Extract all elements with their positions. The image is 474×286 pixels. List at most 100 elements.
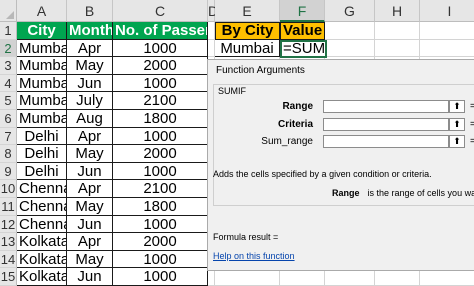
grid-cell[interactable] bbox=[420, 22, 474, 40]
row-header-4[interactable]: 4 bbox=[0, 74, 17, 93]
select-all-corner[interactable] bbox=[0, 0, 17, 22]
grid-cell[interactable] bbox=[375, 22, 420, 40]
table-cell[interactable]: 1000 bbox=[113, 39, 208, 58]
row-header-3[interactable]: 3 bbox=[0, 57, 17, 75]
column-header-i[interactable]: I bbox=[420, 0, 474, 22]
table-cell[interactable]: 1000 bbox=[113, 162, 208, 181]
grid-cell[interactable] bbox=[325, 22, 375, 40]
table-cell[interactable]: 2100 bbox=[113, 92, 208, 110]
table-cell[interactable]: Apr bbox=[67, 180, 113, 198]
summary-header-city[interactable]: By City bbox=[215, 22, 280, 40]
table-cell[interactable]: Apr bbox=[67, 127, 113, 146]
table-cell[interactable]: Kolkata bbox=[17, 250, 67, 269]
column-header-e[interactable]: E bbox=[215, 0, 280, 22]
range-input[interactable] bbox=[323, 100, 449, 113]
column-header-g[interactable]: G bbox=[325, 0, 375, 22]
column-header-a[interactable]: A bbox=[17, 0, 67, 22]
grid-cell[interactable] bbox=[375, 268, 420, 286]
row-header-14[interactable]: 14 bbox=[0, 250, 17, 269]
grid-cell[interactable] bbox=[208, 22, 215, 40]
table-cell[interactable]: Chennai bbox=[17, 198, 67, 216]
table-cell[interactable]: July bbox=[67, 92, 113, 110]
table-cell[interactable]: Mumbai bbox=[17, 92, 67, 110]
table-cell[interactable]: 1000 bbox=[113, 268, 208, 286]
table-cell[interactable]: 1800 bbox=[113, 110, 208, 128]
table-cell[interactable]: Jun bbox=[67, 162, 113, 181]
table-cell[interactable]: May bbox=[67, 145, 113, 163]
table-cell[interactable]: 2000 bbox=[113, 233, 208, 251]
dialog-title: Function Arguments bbox=[216, 65, 305, 76]
grid-cell[interactable] bbox=[280, 268, 325, 286]
row-header-15[interactable]: 15 bbox=[0, 268, 17, 286]
table-cell[interactable]: Kolkata bbox=[17, 268, 67, 286]
summary-header-value[interactable]: Value bbox=[280, 22, 325, 40]
table-cell[interactable]: 2000 bbox=[113, 145, 208, 163]
table-cell[interactable]: May bbox=[67, 198, 113, 216]
row-header-7[interactable]: 7 bbox=[0, 127, 17, 146]
row-header-2[interactable]: 2 bbox=[0, 39, 17, 58]
row-header-11[interactable]: 11 bbox=[0, 198, 17, 216]
row-header-13[interactable]: 13 bbox=[0, 233, 17, 251]
grid-cell[interactable] bbox=[325, 268, 375, 286]
table-cell[interactable]: 1800 bbox=[113, 198, 208, 216]
grid-cell[interactable] bbox=[215, 268, 280, 286]
column-header-c[interactable]: C bbox=[113, 0, 208, 22]
row-header-10[interactable]: 10 bbox=[0, 180, 17, 198]
function-name: SUMIF bbox=[216, 86, 248, 96]
table-header-cell[interactable]: Month bbox=[67, 22, 113, 40]
table-cell[interactable]: Delhi bbox=[17, 162, 67, 181]
sum-range-input[interactable] bbox=[323, 135, 449, 148]
table-cell[interactable]: Delhi bbox=[17, 145, 67, 163]
help-link[interactable]: Help on this function bbox=[213, 251, 295, 261]
table-cell[interactable]: Mumbai bbox=[17, 57, 67, 75]
column-header-b[interactable]: B bbox=[67, 0, 113, 22]
table-cell[interactable]: 2100 bbox=[113, 180, 208, 198]
grid-cell[interactable] bbox=[208, 39, 215, 58]
column-header-d[interactable]: D bbox=[208, 0, 218, 22]
range-collapse-button[interactable]: ⬆ bbox=[449, 100, 465, 113]
summary-city-cell[interactable]: Mumbai bbox=[215, 39, 280, 58]
table-cell[interactable]: Jun bbox=[67, 215, 113, 234]
sum-range-collapse-button[interactable]: ⬆ bbox=[449, 135, 465, 148]
function-arguments-dialog: Function Arguments SUMIF Range ⬆ = Crite… bbox=[207, 59, 474, 271]
table-header-cell[interactable]: City bbox=[17, 22, 67, 40]
row-header-12[interactable]: 12 bbox=[0, 215, 17, 234]
column-header-f[interactable]: F bbox=[280, 0, 325, 22]
grid-cell[interactable] bbox=[325, 39, 375, 58]
table-cell[interactable]: Kolkata bbox=[17, 233, 67, 251]
table-cell[interactable]: 2000 bbox=[113, 57, 208, 75]
grid-cell[interactable] bbox=[375, 39, 420, 58]
grid-cell[interactable] bbox=[208, 268, 215, 286]
table-cell[interactable]: 1000 bbox=[113, 250, 208, 269]
arg-label-criteria: Criteria bbox=[277, 119, 313, 130]
table-header-cell[interactable]: No. of Passenger bbox=[113, 22, 208, 40]
row-header-5[interactable]: 5 bbox=[0, 92, 17, 110]
formula-cell[interactable]: =SUMIF() bbox=[280, 39, 327, 59]
table-cell[interactable]: 1000 bbox=[113, 127, 208, 146]
table-cell[interactable]: Jun bbox=[67, 268, 113, 286]
table-cell[interactable]: Jun bbox=[67, 74, 113, 93]
criteria-collapse-button[interactable]: ⬆ bbox=[449, 118, 465, 131]
table-cell[interactable]: May bbox=[67, 57, 113, 75]
criteria-input[interactable] bbox=[323, 118, 449, 131]
table-cell[interactable]: Mumbai bbox=[17, 110, 67, 128]
row-header-1[interactable]: 1 bbox=[0, 22, 17, 40]
row-header-6[interactable]: 6 bbox=[0, 110, 17, 128]
grid-cell[interactable] bbox=[420, 268, 474, 286]
table-cell[interactable]: Mumbai bbox=[17, 39, 67, 58]
table-cell[interactable]: Delhi bbox=[17, 127, 67, 146]
table-cell[interactable]: Chennai bbox=[17, 180, 67, 198]
collapse-arrow-icon: ⬆ bbox=[453, 136, 461, 146]
table-cell[interactable]: Apr bbox=[67, 233, 113, 251]
table-cell[interactable]: 1000 bbox=[113, 215, 208, 234]
row-header-9[interactable]: 9 bbox=[0, 162, 17, 181]
column-header-h[interactable]: H bbox=[375, 0, 420, 22]
table-cell[interactable]: May bbox=[67, 250, 113, 269]
table-cell[interactable]: Apr bbox=[67, 39, 113, 58]
grid-cell[interactable] bbox=[420, 40, 474, 58]
table-cell[interactable]: 1000 bbox=[113, 74, 208, 93]
table-cell[interactable]: Mumbai bbox=[17, 74, 67, 93]
row-header-8[interactable]: 8 bbox=[0, 145, 17, 163]
table-cell[interactable]: Aug bbox=[67, 110, 113, 128]
table-cell[interactable]: Chennai bbox=[17, 215, 67, 234]
